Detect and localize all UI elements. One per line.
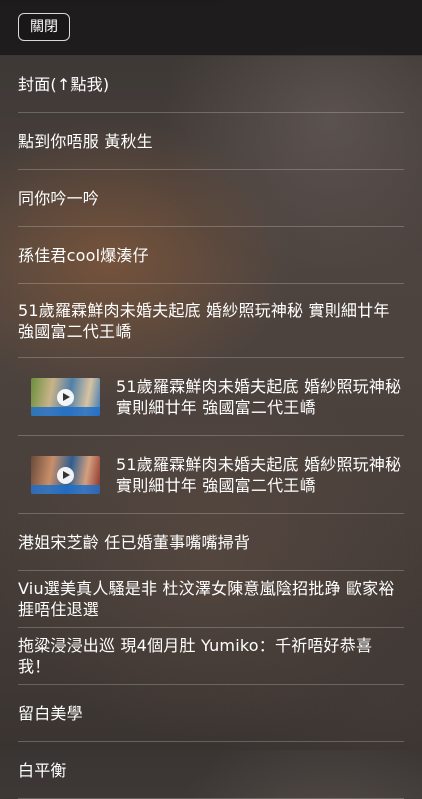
list-item[interactable]: 孫佳君cool爆湊仔 [18,227,404,284]
list-item[interactable]: 拖粱浸浸出巡 現4個月肚 Yumiko：千祈唔好恭喜我！ [18,628,404,685]
top-bar: 關閉 [0,0,422,56]
video-thumbnail[interactable] [31,455,100,494]
list-item-label: 白平衡 [18,760,67,780]
play-icon[interactable] [57,466,74,484]
list-item[interactable]: Viu選美真人騷是非 杜汶澤女陳意嵐陰招批踭 歐家裕捱唔住退選 [18,571,404,628]
list-item-label: 51歲羅霖鮮肉未婚夫起底 婚紗照玩神秘實則細廿年 強國富二代王嶠 [116,454,402,495]
list-item[interactable]: 留白美學 [18,685,404,742]
list-item[interactable]: 點到你唔服 黃秋生 [18,113,404,170]
play-icon[interactable] [57,388,74,406]
list-item[interactable]: 同你吟一吟 [18,170,404,227]
video-thumbnail[interactable] [31,377,100,416]
list-item-label: 51歲羅霖鮮肉未婚夫起底 婚紗照玩神秘 實則細廿年強國富二代王嶠 [18,300,390,341]
close-button[interactable]: 關閉 [18,13,70,41]
list-item-label: 同你吟一吟 [18,188,100,208]
list-item[interactable]: 白平衡 [18,742,404,799]
article-list: 封面(↑點我) 點到你唔服 黃秋生 同你吟一吟 孫佳君cool爆湊仔 51歲羅霖… [0,56,422,799]
list-item-label: 留白美學 [18,703,83,723]
list-item-label: Viu選美真人騷是非 杜汶澤女陳意嵐陰招批踭 歐家裕捱唔住退選 [18,579,395,619]
list-item-label: 51歲羅霖鮮肉未婚夫起底 婚紗照玩神秘實則細廿年 強國富二代王嶠 [116,376,402,417]
list-item[interactable]: 封面(↑點我) [18,56,404,113]
list-item-label: 點到你唔服 黃秋生 [18,131,153,151]
list-item-label: 孫佳君cool爆湊仔 [18,245,149,265]
thumbnail-caption-strip [31,484,100,494]
list-item[interactable]: 51歲羅霖鮮肉未婚夫起底 婚紗照玩神秘 實則細廿年強國富二代王嶠 [18,284,404,358]
thumbnail-caption-strip [31,406,100,416]
list-item-label: 港姐宋芝齡 任已婚董事嘴嘴掃背 [18,532,251,552]
list-item-label: 封面(↑點我) [18,74,110,94]
list-item-label: 拖粱浸浸出巡 現4個月肚 Yumiko：千祈唔好恭喜我！ [18,636,373,676]
list-item[interactable]: 港姐宋芝齡 任已婚董事嘴嘴掃背 [18,514,404,571]
video-list-item[interactable]: 51歲羅霖鮮肉未婚夫起底 婚紗照玩神秘實則細廿年 強國富二代王嶠 [18,358,404,436]
video-list-item[interactable]: 51歲羅霖鮮肉未婚夫起底 婚紗照玩神秘實則細廿年 強國富二代王嶠 [18,436,404,514]
